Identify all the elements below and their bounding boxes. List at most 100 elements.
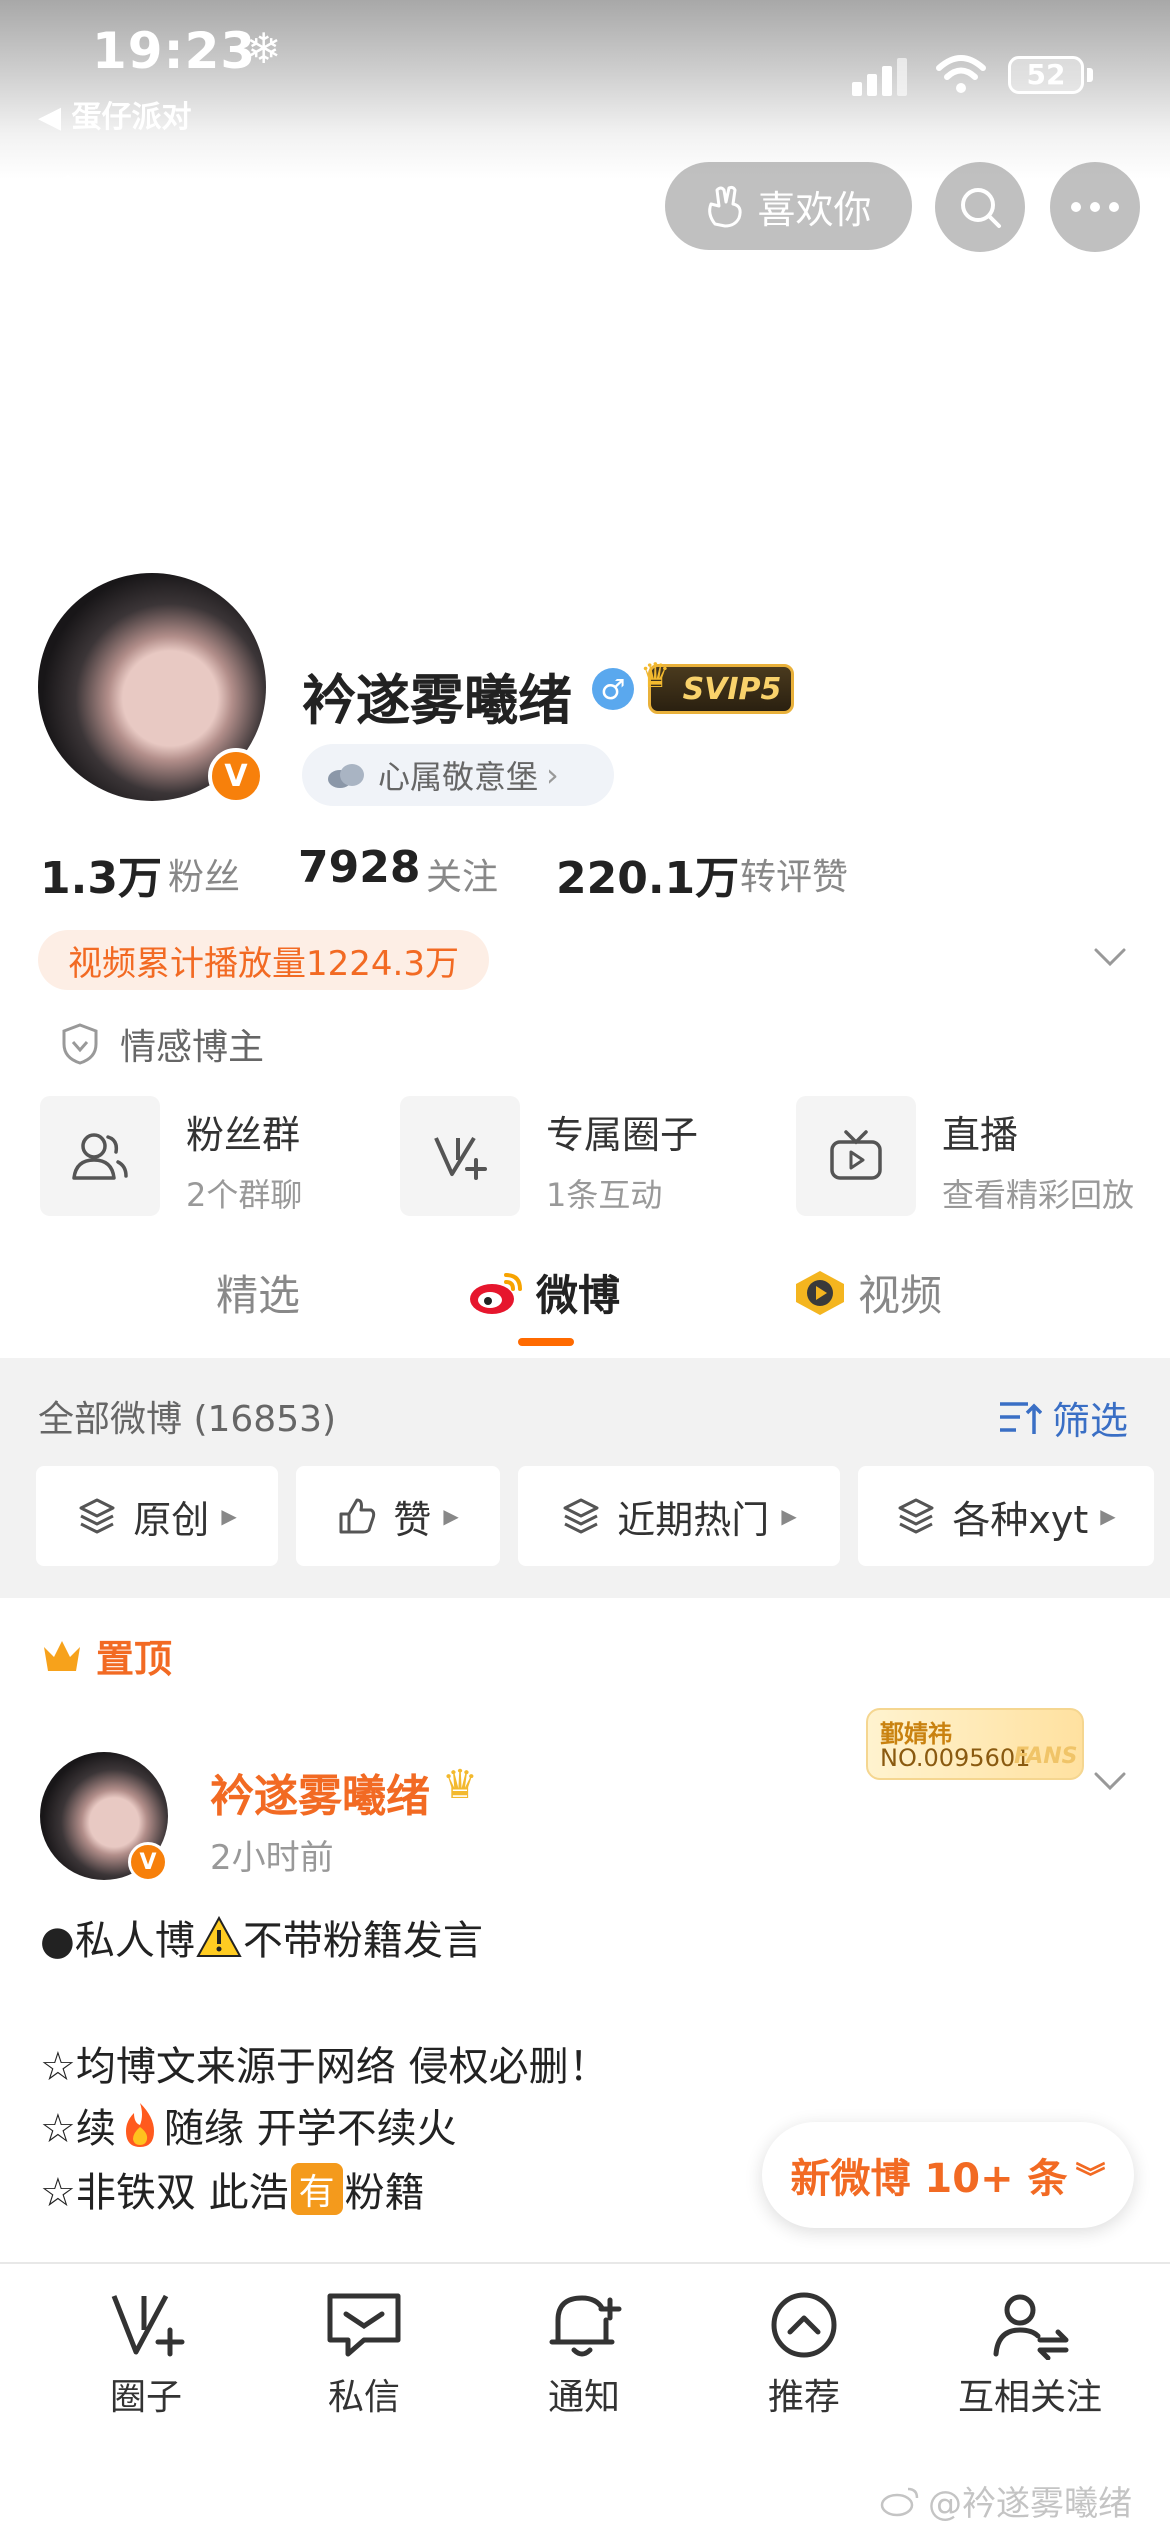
shield-icon (62, 1023, 98, 1065)
chevron-down-icon[interactable] (1090, 942, 1130, 972)
weibo-logo-icon (470, 1272, 522, 1314)
stat-following-label: 关注 (426, 857, 499, 898)
tab-weibo-label: 微博 (536, 1271, 621, 1320)
bottom-tab-recommend-label: 推荐 (767, 2377, 840, 2418)
message-icon (327, 2293, 401, 2357)
bottom-tab-notifications-label: 通知 (547, 2377, 620, 2418)
love-hand-icon (708, 185, 743, 228)
chevron-down-icon[interactable] (1090, 1766, 1130, 1796)
like-you-label: 喜欢你 (757, 187, 872, 232)
stat-fans-label: 粉丝 (168, 857, 241, 898)
bottom-tab-circle-label: 圈子 (109, 2377, 182, 2418)
stat-interactions-value[interactable]: 220.1万 (556, 842, 739, 906)
bottom-tab-messages-label: 私信 (327, 2377, 400, 2418)
verified-badge-icon: V (128, 1842, 168, 1882)
crown-icon: ♛ (640, 656, 671, 696)
caret-right-icon: ▶ (443, 1504, 459, 1528)
video-channel-icon (796, 1270, 844, 1315)
bottom-tab-messages[interactable]: 私信 (274, 2290, 454, 2420)
watermark: @衿遂雾曦绪 (880, 2476, 1132, 2525)
fans-card[interactable]: 鄞婧祎 NO.0095601 FANS (866, 1708, 1084, 1780)
chip-recent-hot[interactable]: 近期热门 ▶ (518, 1466, 840, 1566)
layers-icon (79, 1498, 115, 1534)
bottom-tab-circle[interactable]: 圈子 (56, 2290, 236, 2420)
search-icon (961, 188, 1001, 228)
tab-video-label: 视频 (858, 1271, 943, 1320)
stat-following-value[interactable]: 7928 (298, 842, 420, 893)
post-line-4: ☆非铁双 此浩 有 粉籍 (40, 2160, 425, 2218)
double-chevron-down-icon: ︾ (1075, 2161, 1106, 2196)
circle-v-plus-icon (111, 2294, 185, 2357)
chip-original[interactable]: 原创 ▶ (36, 1466, 278, 1566)
mutual-follow-icon (993, 2294, 1069, 2360)
stat-fans-value[interactable]: 1.3万 (40, 842, 162, 906)
chip-recent-hot-label: 近期热门 (617, 1497, 770, 1542)
chip-original-label: 原创 (133, 1497, 210, 1542)
chip-xyt-label: 各种xyt (952, 1497, 1089, 1542)
tab-video[interactable]: 视频 (792, 1262, 942, 1323)
post-line-3-a: ☆续 (40, 2106, 116, 2152)
pinned-label: 置顶 (40, 1628, 172, 1683)
post-line-3-b: 随缘 开学不续火 (163, 2106, 457, 2152)
more-button[interactable] (1050, 162, 1140, 252)
back-to-app-link[interactable]: ◀ 蛋仔派对 (38, 92, 192, 136)
layers-icon (563, 1498, 599, 1534)
crown-icon (44, 1640, 80, 1671)
circle-tile[interactable] (400, 1096, 520, 1216)
post-line-1-b: 不带粉籍发言 (242, 1918, 483, 1964)
chip-likes[interactable]: 赞 ▶ (296, 1466, 500, 1566)
battery-icon: 52 (1008, 56, 1084, 94)
search-button[interactable] (935, 162, 1025, 252)
fans-group-tile[interactable] (40, 1096, 160, 1216)
tab-weibo[interactable]: 微博 (466, 1262, 620, 1323)
filter-button[interactable]: 筛选 (998, 1390, 1128, 1445)
wifi-icon (936, 55, 986, 93)
play-count-badge: 视频累计播放量1224.3万 (38, 930, 489, 990)
chip-xyt[interactable]: 各种xyt ▶ (858, 1466, 1154, 1566)
group-pill[interactable]: 心属敬意堡 › (302, 744, 614, 806)
post-line-1-a: ●私人博 (40, 1918, 195, 1964)
caret-right-icon: ▶ (1100, 1504, 1116, 1528)
fans-group-title[interactable]: 粉丝群 (186, 1104, 300, 1159)
pinned-text: 置顶 (96, 1637, 173, 1681)
tab-indicator (518, 1338, 574, 1346)
post-time: 2小时前 (210, 1838, 334, 1878)
bottom-tab-mutual[interactable]: 互相关注 (930, 2290, 1130, 2420)
tab-featured[interactable]: 精选 (216, 1262, 300, 1323)
caret-right-icon: ▶ (781, 1504, 797, 1528)
header-background (0, 0, 1170, 560)
fans-group-icon (72, 1133, 128, 1180)
filter-label: 筛选 (1052, 1399, 1129, 1443)
live-title[interactable]: 直播 (942, 1104, 1018, 1159)
watermark-text: @衿遂雾曦绪 (928, 2484, 1132, 2524)
back-arrow-icon[interactable] (28, 172, 80, 238)
creator-tag-label: 情感博主 (120, 1027, 265, 1068)
post-line-4-b: 粉籍 (344, 2170, 425, 2216)
layers-icon (898, 1498, 934, 1534)
filter-sort-icon (1000, 1401, 1042, 1434)
fire-icon (116, 2101, 164, 2149)
post-line-1: ●私人博 不带粉籍发言 (40, 1908, 483, 1966)
like-you-button[interactable]: 喜欢你 (665, 162, 912, 250)
bottom-tab-recommend[interactable]: 推荐 (714, 2290, 894, 2420)
battery-tip (1087, 68, 1093, 82)
bottom-tab-notifications[interactable]: 通知 (494, 2290, 674, 2420)
warning-icon (195, 1913, 243, 1961)
crown-badge-icon: ♛ (442, 1762, 478, 1808)
post-line-2-text: ☆均博文来源于网络 侵权必删！ (40, 2044, 609, 2090)
bottom-tab-mutual-label: 互相关注 (957, 2377, 1102, 2418)
circle-sub: 1条互动 (546, 1176, 663, 1214)
circle-title[interactable]: 专属圈子 (546, 1104, 698, 1159)
chevron-up-circle-icon (771, 2292, 837, 2358)
live-sub: 查看精彩回放 (942, 1176, 1135, 1214)
live-tile[interactable] (796, 1096, 916, 1216)
fans-card-watermark: FANS (1014, 1744, 1078, 1769)
male-gender-icon: ♂ (592, 668, 634, 710)
chip-likes-label: 赞 (393, 1497, 432, 1542)
live-tv-icon (830, 1130, 882, 1180)
stat-interactions-label: 转评赞 (740, 857, 849, 898)
snowflake-icon: ❄ (246, 24, 282, 73)
post-author[interactable]: 衿遂雾曦绪 (210, 1760, 430, 1824)
thumbs-up-icon (339, 1498, 376, 1534)
new-posts-button[interactable]: 新微博 10+ 条 ︾ (762, 2122, 1134, 2228)
